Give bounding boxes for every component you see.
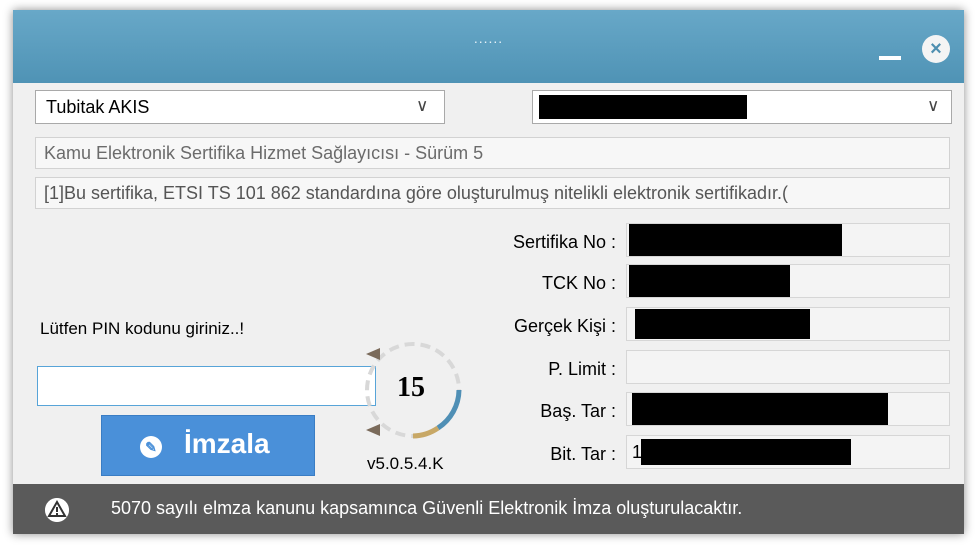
label-tck-no: TCK No : [541, 273, 616, 293]
arrow-left-icon [366, 424, 380, 436]
pen-icon: ✎ [140, 436, 162, 458]
signer-window: ...... × Tubitak AKIS ∨ ∨ Kamu Elektroni… [13, 10, 964, 534]
close-button[interactable]: × [922, 35, 950, 63]
chevron-down-icon: ∨ [416, 96, 429, 115]
redacted-block [641, 439, 851, 465]
redacted-block [629, 265, 790, 297]
label-certificate-no: Sertifika No : [512, 232, 616, 252]
label-real-person: Gerçek Kişi : [513, 316, 616, 336]
value-p-limit [626, 350, 950, 384]
issuer-field: Kamu Elektronik Sertifika Hizmet Sağlayı… [35, 137, 950, 169]
certificate-dropdown[interactable]: ∨ [532, 90, 952, 124]
title-bar[interactable]: ...... × [13, 10, 964, 83]
redacted-block [632, 393, 888, 425]
label-start-date: Baş. Tar : [540, 401, 616, 421]
status-bar: 5070 sayılı elmza kanunu kapsamınca Güve… [13, 484, 964, 534]
version-label: v5.0.5.4.K [367, 454, 444, 473]
label-end-date: Bit. Tar : [550, 444, 616, 464]
close-icon: × [930, 38, 942, 60]
value-certificate-no [626, 223, 950, 257]
label-p-limit: P. Limit : [548, 359, 616, 379]
chevron-down-icon: ∨ [927, 96, 940, 115]
status-message: 5070 sayılı elmza kanunu kapsamınca Güve… [111, 498, 743, 518]
value-real-person [626, 307, 950, 341]
value-end-date: 1 [626, 435, 950, 469]
sign-button[interactable]: ✎ İmzala [101, 415, 315, 476]
minimize-button[interactable] [879, 56, 901, 60]
arrow-left-icon [366, 348, 380, 360]
redacted-block [539, 95, 747, 119]
policy-field: [1]Bu sertifika, ETSI TS 101 862 standar… [35, 177, 950, 209]
countdown-value: 15 [397, 372, 425, 403]
provider-dropdown[interactable]: Tubitak AKIS ∨ [35, 90, 445, 124]
value-tck-no [626, 264, 950, 298]
redacted-block [635, 309, 810, 339]
warning-icon [45, 498, 69, 522]
pin-input[interactable] [37, 366, 376, 406]
sign-button-label: İmzala [184, 428, 270, 459]
pin-prompt: Lütfen PIN kodunu giriniz..! [40, 319, 245, 338]
window-title: ...... [473, 30, 504, 46]
provider-dropdown-value: Tubitak AKIS [46, 97, 150, 117]
value-start-date [626, 392, 950, 426]
redacted-block [629, 224, 842, 256]
